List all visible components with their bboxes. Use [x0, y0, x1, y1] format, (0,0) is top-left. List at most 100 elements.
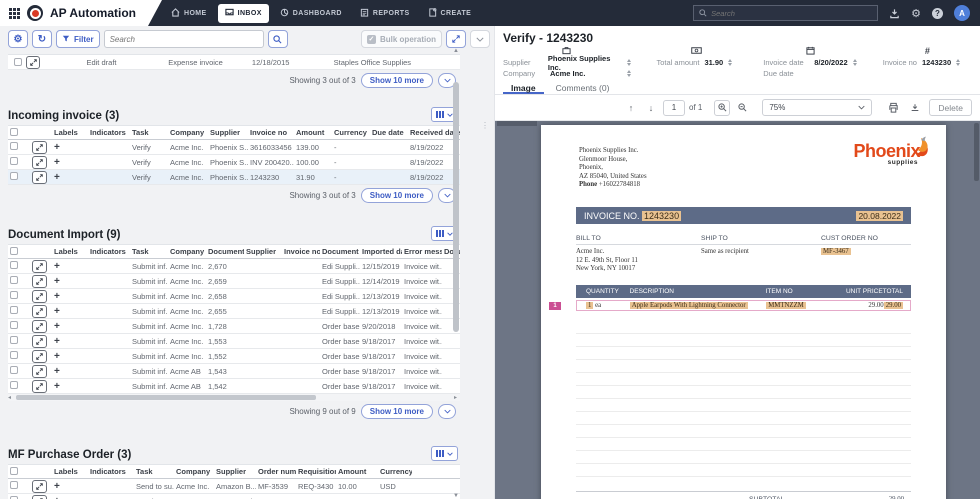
col-indicators[interactable]: Indicators: [88, 465, 134, 479]
user-avatar[interactable]: A: [954, 5, 970, 21]
add-label-button[interactable]: +: [54, 381, 60, 392]
add-label-button[interactable]: +: [54, 261, 60, 272]
table-row[interactable]: +Submit inf...Acme AB1,542Order base...9…: [8, 379, 460, 394]
open-task-button[interactable]: [32, 350, 47, 363]
col-imported-date[interactable]: Imported date: [360, 245, 402, 259]
zoom-in-button[interactable]: [714, 100, 730, 116]
invoice-date-highlight[interactable]: 20.08.2022: [856, 211, 903, 221]
pdf-horizontal-scrollbar-thumb[interactable]: [497, 121, 537, 126]
print-button[interactable]: [885, 100, 901, 116]
previous-page-button[interactable]: ↑: [623, 100, 639, 116]
total-amount-value[interactable]: 31.90: [704, 58, 723, 67]
col-document[interactable]: Document: [206, 245, 244, 259]
row-checkbox[interactable]: [10, 351, 18, 359]
description-highlight[interactable]: Apple Earpods With Lightning Connector: [630, 302, 748, 309]
download-icon[interactable]: [889, 8, 900, 19]
add-label-button[interactable]: +: [54, 481, 60, 492]
nav-inbox[interactable]: INBOX: [218, 4, 269, 23]
col-requisition[interactable]: Requisition: [296, 465, 336, 479]
row-checkbox[interactable]: [10, 366, 18, 374]
open-task-button[interactable]: [32, 335, 47, 348]
open-task-button[interactable]: [32, 495, 47, 499]
col-amount[interactable]: Amount: [294, 126, 332, 140]
item-no-highlight[interactable]: MMTNZZM: [766, 302, 806, 309]
row-checkbox[interactable]: [10, 142, 18, 150]
show-more-button[interactable]: Show 10 more: [361, 188, 433, 203]
open-task-button[interactable]: [32, 290, 47, 303]
scroll-left-arrow[interactable]: ◂: [8, 394, 14, 401]
nav-dashboard[interactable]: DASHBOARD: [273, 4, 349, 23]
scrollbar-thumb[interactable]: [453, 82, 459, 332]
add-label-button[interactable]: +: [54, 336, 60, 347]
col-task[interactable]: Task: [130, 245, 168, 259]
collapse-toolbar-button[interactable]: [470, 30, 490, 48]
open-task-button[interactable]: [32, 156, 47, 169]
open-task-button[interactable]: [32, 275, 47, 288]
global-search-input[interactable]: [711, 9, 861, 18]
table-row[interactable]: +Submit inf...Acme AB1,543Order base...9…: [8, 364, 460, 379]
scrollbar-thumb[interactable]: [974, 123, 979, 181]
add-label-button[interactable]: +: [54, 291, 60, 302]
scroll-right-arrow[interactable]: ▸: [454, 394, 460, 401]
add-label-button[interactable]: +: [54, 321, 60, 332]
col-order-number[interactable]: Order number: [256, 465, 296, 479]
col-due-date[interactable]: Due date: [370, 126, 408, 140]
pdf-viewer[interactable]: Phoenix Supplies Inc. Glenmoor House, Ph…: [495, 121, 980, 499]
table-row[interactable]: +Submit inf...Acme Inc.2,658Edi Suppli..…: [8, 289, 460, 304]
col-invoice-no[interactable]: Invoice no: [248, 126, 294, 140]
panel-resize-handle[interactable]: ⋮: [481, 124, 489, 127]
col-supplier[interactable]: Supplier: [208, 126, 248, 140]
col-indicators[interactable]: Indicators: [88, 245, 130, 259]
company-value[interactable]: Acme Inc.: [550, 69, 585, 78]
show-more-button[interactable]: Show 10 more: [361, 404, 433, 419]
col-task[interactable]: Task: [130, 126, 168, 140]
row-checkbox[interactable]: [14, 58, 22, 66]
col-supplier[interactable]: Supplier: [244, 245, 282, 259]
bulk-operation-button[interactable]: ✓ Bulk operation: [361, 30, 442, 48]
tab-comments[interactable]: Comments (0): [548, 81, 618, 94]
row-checkbox[interactable]: [10, 261, 18, 269]
table-row[interactable]: +Submit inf...Acme Inc.1,728Order base..…: [8, 319, 460, 334]
settings-gear-icon[interactable]: ⚙: [911, 7, 921, 20]
download-button[interactable]: [907, 100, 923, 116]
col-amount[interactable]: Amount: [336, 465, 378, 479]
row-checkbox[interactable]: [10, 306, 18, 314]
add-label-button[interactable]: +: [54, 276, 60, 287]
col-currency[interactable]: Currency: [378, 465, 412, 479]
col-error-message[interactable]: Error message: [402, 245, 442, 259]
nav-home[interactable]: HOME: [164, 4, 214, 23]
add-label-button[interactable]: +: [54, 172, 60, 183]
table-row-selected[interactable]: + VerifyAcme Inc.Phoenix S...124323031.9…: [8, 170, 460, 185]
table-row[interactable]: + VerifyAcme Inc.Phoenix S...INV 200420.…: [8, 155, 460, 170]
list-search-input[interactable]: [104, 30, 264, 48]
table-row[interactable]: +Submit inf...Acme Inc.2,670Edi Suppli..…: [8, 259, 460, 274]
open-task-button[interactable]: [32, 171, 47, 184]
table-row[interactable]: +Send to su...Acme Inc.Amazon B...MF-353…: [8, 479, 460, 494]
filter-button[interactable]: Filter: [56, 30, 100, 48]
tab-image[interactable]: Image: [503, 81, 544, 94]
row-checkbox[interactable]: [10, 336, 18, 344]
nav-reports[interactable]: REPORTS: [353, 4, 417, 23]
scroll-up-arrow[interactable]: ▲: [453, 48, 459, 54]
refresh-button[interactable]: ↻: [32, 30, 52, 48]
table-row[interactable]: +Submit inf...Acme Inc.1,552Order base..…: [8, 349, 460, 364]
invoice-date-value[interactable]: 8/20/2022: [814, 58, 847, 67]
select-all-checkbox[interactable]: [10, 467, 18, 475]
col-indicators[interactable]: Indicators: [88, 126, 130, 140]
row-checkbox[interactable]: [10, 172, 18, 180]
app-grid-icon[interactable]: [9, 8, 20, 19]
select-all-checkbox[interactable]: [10, 128, 18, 136]
open-task-button[interactable]: [32, 480, 47, 493]
col-labels[interactable]: Labels: [52, 245, 88, 259]
cust-order-highlight[interactable]: MF-3467: [821, 248, 851, 255]
line-item-row[interactable]: 1 ea Apple Earpods With Lightning Connec…: [576, 300, 911, 311]
horizontal-scrollbar[interactable]: ◂ ▸: [8, 394, 460, 401]
invoice-no-highlight[interactable]: 1243230: [642, 211, 681, 221]
table-row[interactable]: +Submit inf...Acme Inc.1,553Order base..…: [8, 334, 460, 349]
total-highlight[interactable]: 29.00: [884, 302, 903, 309]
table-row[interactable]: +Send to su...Acme Inc.Events Unl...MF-1…: [8, 494, 460, 499]
col-company[interactable]: Company: [168, 126, 208, 140]
col-task[interactable]: Task: [134, 465, 174, 479]
next-page-button[interactable]: ↓: [643, 100, 659, 116]
col-invoice-no[interactable]: Invoice no: [282, 245, 320, 259]
